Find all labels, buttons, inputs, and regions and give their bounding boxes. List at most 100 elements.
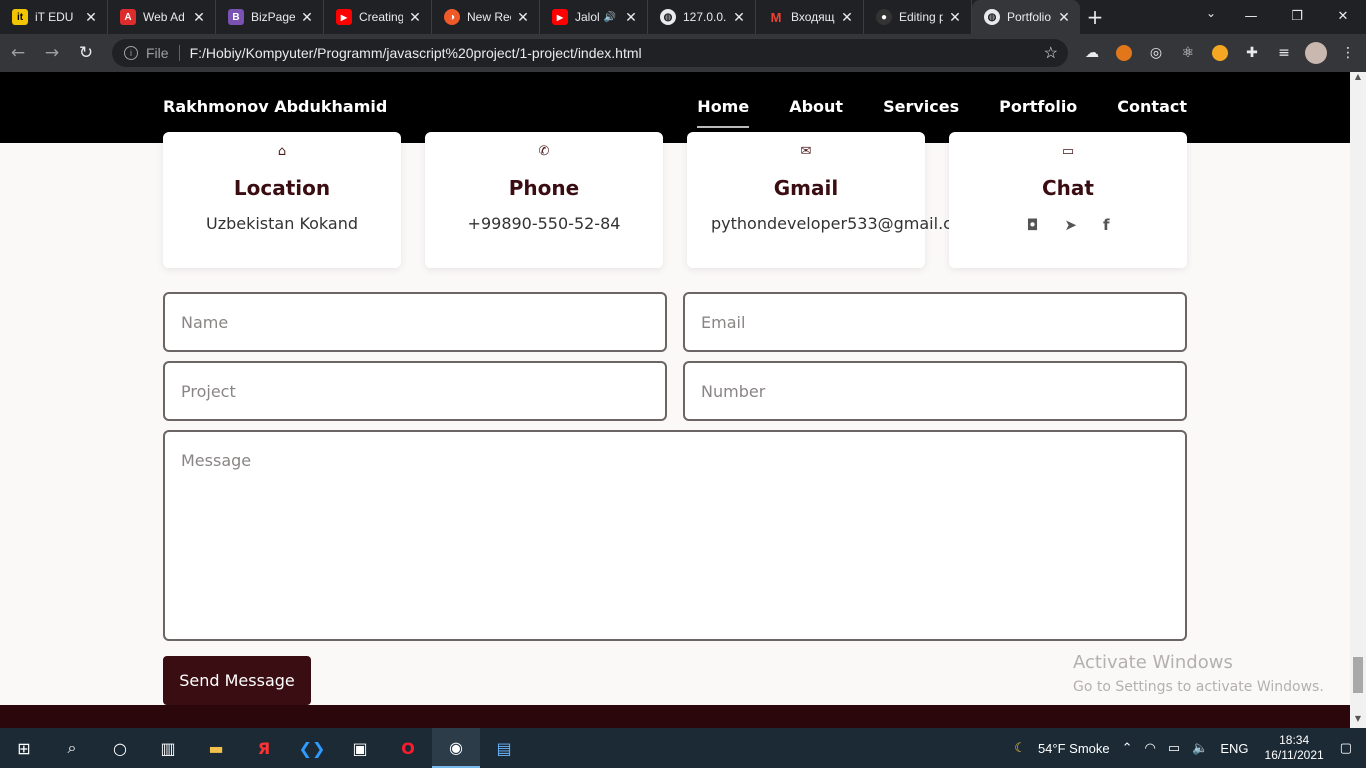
tab-editing[interactable]: ● Editing p ✕ xyxy=(864,0,972,34)
metamask-extension-icon[interactable] xyxy=(1108,37,1140,69)
card-title: Phone xyxy=(508,176,580,200)
globe-icon: ◍ xyxy=(660,9,676,25)
tab-web-ad[interactable]: A Web Ad ✕ xyxy=(108,0,216,34)
file-explorer-icon[interactable]: ▬ xyxy=(192,728,240,768)
control-panel-icon[interactable]: ▤ xyxy=(480,728,528,768)
close-icon[interactable]: ✕ xyxy=(731,9,747,26)
speaker-icon[interactable]: 🔊 xyxy=(604,12,616,23)
close-icon[interactable]: ✕ xyxy=(407,9,423,26)
number-input[interactable]: Number xyxy=(683,361,1187,421)
close-icon[interactable]: ✕ xyxy=(623,9,639,26)
tab-search-chevron-icon[interactable]: ⌄ xyxy=(1206,6,1216,20)
youtube-favicon-icon: ▶ xyxy=(552,9,568,25)
close-icon[interactable]: ✕ xyxy=(947,9,963,26)
forward-arrow-icon[interactable]: → xyxy=(36,37,68,69)
tab-title: BizPage xyxy=(251,10,295,24)
nav-contact[interactable]: Contact xyxy=(1117,97,1187,116)
tab-title: Web Ad xyxy=(143,10,185,24)
network-icon[interactable]: ◠ xyxy=(1145,740,1156,756)
info-icon[interactable]: i xyxy=(124,46,138,60)
profile-avatar[interactable] xyxy=(1300,37,1332,69)
battery-icon[interactable]: ▭ xyxy=(1168,740,1180,756)
close-icon[interactable]: ✕ xyxy=(515,9,531,26)
language-indicator[interactable]: ENG xyxy=(1220,741,1248,756)
chrome-icon[interactable]: ◉ xyxy=(432,728,480,768)
weather-moon-icon[interactable]: ☾ xyxy=(1014,740,1026,756)
bookmark-star-icon[interactable]: ☆ xyxy=(1044,43,1058,63)
project-input[interactable]: Project xyxy=(163,361,667,421)
tab-gmail[interactable]: M Входящи ✕ xyxy=(756,0,864,34)
card-location: ⌂ Location Uzbekistan Kokand xyxy=(163,132,401,268)
tab-localhost[interactable]: ◍ 127.0.0.1 ✕ xyxy=(648,0,756,34)
scroll-up-icon[interactable]: ▲ xyxy=(1350,72,1366,86)
reload-icon[interactable]: ↻ xyxy=(70,37,102,69)
send-message-button[interactable]: Send Message xyxy=(163,656,311,705)
close-icon[interactable]: ✕ xyxy=(83,9,99,26)
puzzle-extensions-icon[interactable]: ✚ xyxy=(1236,37,1268,69)
instagram-icon[interactable]: ◘ xyxy=(1027,216,1039,234)
coin-extension-icon[interactable] xyxy=(1204,37,1236,69)
nav-home[interactable]: Home xyxy=(697,97,749,128)
back-arrow-icon[interactable]: ← xyxy=(2,37,34,69)
task-view-icon[interactable]: ▥ xyxy=(144,728,192,768)
terminal-icon[interactable]: ▣ xyxy=(336,728,384,768)
cloud-extension-icon[interactable]: ☁ xyxy=(1076,37,1108,69)
vscode-icon[interactable]: ❮❯ xyxy=(288,728,336,768)
site-brand[interactable]: Rakhmonov Abdukhamid xyxy=(163,97,387,116)
restore-icon[interactable]: ❐ xyxy=(1274,0,1320,32)
chevron-up-icon[interactable]: ⌃ xyxy=(1122,740,1133,756)
facebook-icon[interactable]: f xyxy=(1103,216,1110,234)
name-input[interactable]: Name xyxy=(163,292,667,352)
close-icon[interactable]: ✕ xyxy=(191,9,207,26)
weather-text[interactable]: 54°F Smoke xyxy=(1038,741,1110,756)
card-value: Uzbekistan Kokand xyxy=(205,214,359,233)
email-input[interactable]: Email xyxy=(683,292,1187,352)
close-icon[interactable]: ✕ xyxy=(1056,9,1072,26)
activate-windows-watermark: Activate Windows Go to Settings to activ… xyxy=(1073,652,1324,695)
it-edu-favicon-icon: it xyxy=(12,9,28,25)
tab-title: 127.0.0.1 xyxy=(683,10,727,24)
tab-jalol[interactable]: ▶ Jalol 🔊 ✕ xyxy=(540,0,648,34)
clock[interactable]: 18:34 16/11/2021 xyxy=(1265,733,1324,763)
target-extension-icon[interactable]: ◎ xyxy=(1140,37,1172,69)
tab-bizpage[interactable]: B BizPage ✕ xyxy=(216,0,324,34)
card-value: +99890-550-52-84 xyxy=(467,214,621,233)
react-extension-icon[interactable]: ⚛ xyxy=(1172,37,1204,69)
scroll-thumb[interactable] xyxy=(1353,657,1363,693)
yandex-icon[interactable]: Я xyxy=(240,728,288,768)
close-window-icon[interactable]: ✕ xyxy=(1320,0,1366,32)
card-phone: ✆ Phone +99890-550-52-84 xyxy=(425,132,663,268)
tab-it-edu[interactable]: it iT EDU ✕ xyxy=(0,0,108,34)
nav-services[interactable]: Services xyxy=(883,97,959,116)
notification-icon[interactable]: ▢ xyxy=(1340,740,1352,756)
message-textarea[interactable]: Message xyxy=(163,430,1187,641)
search-icon[interactable]: ⌕ xyxy=(48,728,96,768)
close-icon[interactable]: ✕ xyxy=(299,9,315,26)
browser-toolbar: ← → ↻ i File F:/Hobiy/Kompyuter/Programm… xyxy=(0,34,1366,72)
new-tab-button[interactable]: + xyxy=(1080,0,1110,34)
system-tray: ☾ 54°F Smoke ⌃ ◠ ▭ 🔈 ENG 18:34 16/11/202… xyxy=(1008,728,1366,768)
volume-icon[interactable]: 🔈 xyxy=(1192,740,1208,756)
clock-time: 18:34 xyxy=(1279,733,1310,747)
minimize-icon[interactable]: — xyxy=(1228,0,1274,32)
url-text[interactable]: F:/Hobiy/Kompyuter/Programm/javascript%2… xyxy=(190,45,1044,61)
tab-portfolio[interactable]: ◍ Portfolio ✕ xyxy=(972,0,1080,34)
card-chat: ▭ Chat ◘ ➤ f xyxy=(949,132,1187,268)
telegram-icon[interactable]: ➤ xyxy=(1064,216,1077,234)
opera-icon[interactable]: O xyxy=(384,728,432,768)
phone-icon: ✆ xyxy=(538,144,550,159)
kebab-menu-icon[interactable]: ⋮ xyxy=(1332,37,1364,69)
scroll-down-icon[interactable]: ▼ xyxy=(1350,714,1366,728)
address-bar[interactable]: i File F:/Hobiy/Kompyuter/Programm/javas… xyxy=(112,39,1068,67)
tab-creating[interactable]: ▶ Creating ✕ xyxy=(324,0,432,34)
web-page: Rakhmonov Abdukhamid Home About Services… xyxy=(0,72,1350,728)
page-scrollbar[interactable]: ▲ ▼ xyxy=(1350,72,1366,728)
media-queue-icon[interactable]: ≡ xyxy=(1268,37,1300,69)
close-icon[interactable]: ✕ xyxy=(839,9,855,26)
cortana-icon[interactable]: ○ xyxy=(96,728,144,768)
nav-portfolio[interactable]: Portfolio xyxy=(999,97,1077,116)
nav-about[interactable]: About xyxy=(789,97,843,116)
tab-title: iT EDU xyxy=(35,10,74,24)
windows-start-icon[interactable]: ⊞ xyxy=(0,728,48,768)
tab-new-rec[interactable]: ◑ New Rec ✕ xyxy=(432,0,540,34)
